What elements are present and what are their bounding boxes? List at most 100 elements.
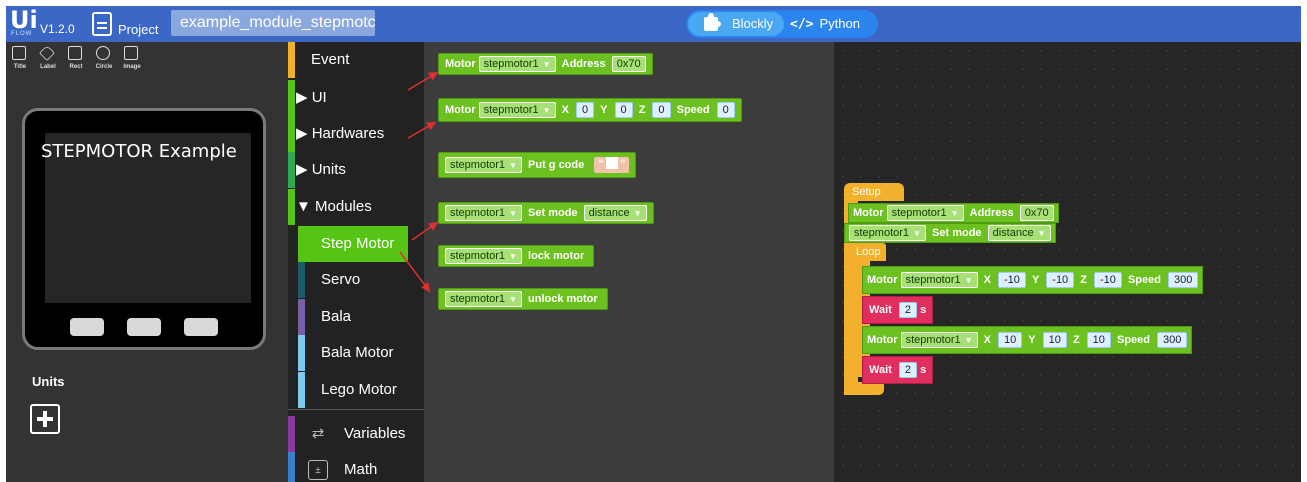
block-lock-motor[interactable]: stepmotor1 ▼ lock motor xyxy=(438,245,595,267)
ws-motor-address[interactable]: Motor stepmotor1 ▼ Address 0x70 xyxy=(848,203,1059,223)
variable-dropdown[interactable]: stepmotor1 ▼ xyxy=(886,205,964,222)
add-unit-button[interactable] xyxy=(30,404,60,434)
category-event[interactable]: Event xyxy=(288,42,424,78)
mode-dropdown[interactable]: distance ▼ xyxy=(987,225,1051,242)
block-label: Speed xyxy=(676,104,710,116)
speed-input[interactable]: 300 xyxy=(1157,332,1188,349)
tool-rect[interactable]: Rect xyxy=(62,46,90,76)
category-label: Servo xyxy=(321,271,361,288)
block-label: Speed xyxy=(1127,274,1161,286)
project-file-icon[interactable] xyxy=(92,12,112,36)
category-divider xyxy=(288,409,424,410)
blockly-mode-button[interactable]: Blockly xyxy=(688,12,784,36)
block-set-mode[interactable]: stepmotor1 ▼ Set mode distance ▼ xyxy=(438,202,654,224)
z-input[interactable]: 0 xyxy=(652,102,671,119)
category-label: ▼ Modules xyxy=(296,198,372,215)
block-motor-xyz[interactable]: Motor stepmotor1 ▼ X0 Y0 Z0 Speed 0 xyxy=(438,98,742,122)
category-hardwares[interactable]: ▶ Hardwares xyxy=(288,116,424,152)
y-input[interactable]: 10 xyxy=(1042,332,1067,349)
category-color-bar xyxy=(288,116,295,152)
block-label: Address xyxy=(561,58,606,70)
block-label: Motor xyxy=(867,274,898,286)
blockly-mode-label: Blockly xyxy=(732,16,774,31)
gcode-string-input[interactable]: “” xyxy=(594,157,630,174)
device-screen[interactable]: STEPMOTOR Example xyxy=(41,133,251,303)
category-variables[interactable]: ⇄ Variables xyxy=(288,416,424,452)
category-lego-motor[interactable]: Lego Motor xyxy=(288,372,424,408)
ws-motor-xyz-1[interactable]: Motor stepmotor1 ▼ X -10 Y -10 Z -10 Speed 30… xyxy=(862,266,1204,294)
block-label: Wait xyxy=(869,304,892,316)
tool-label[interactable]: Label xyxy=(34,45,62,76)
category-math[interactable]: ± Math xyxy=(288,452,424,482)
ui-toolbox: Title Label Rect Circle Image xyxy=(6,45,166,76)
screen-title-text[interactable]: STEPMOTOR Example xyxy=(41,141,261,162)
category-servo[interactable]: Servo xyxy=(288,262,424,298)
mode-dropdown[interactable]: distance ▼ xyxy=(583,205,647,222)
device-button-b[interactable] xyxy=(127,318,161,336)
x-input[interactable]: 10 xyxy=(997,332,1023,349)
category-bala-motor[interactable]: Bala Motor xyxy=(288,335,424,371)
tool-circle[interactable]: Circle xyxy=(90,46,118,76)
tool-title[interactable]: Title xyxy=(6,46,34,76)
category-label: Step Motor xyxy=(321,235,395,252)
image-icon xyxy=(124,46,138,60)
block-label: Motor xyxy=(445,104,476,116)
category-units[interactable]: ▶ Units xyxy=(288,152,424,188)
block-motor-address[interactable]: Motor stepmotor1 ▼ Address 0x70 xyxy=(438,53,653,75)
ws-set-mode[interactable]: stepmotor1 ▼ Set mode distance ▼ xyxy=(844,223,1056,243)
ws-motor-xyz-2[interactable]: Motor stepmotor1 ▼ X 10 Y 10 Z 10 Speed 300 xyxy=(862,326,1193,354)
category-label: ▶ UI xyxy=(296,89,327,106)
ws-wait-2[interactable]: Wait 2 s xyxy=(862,356,934,384)
device-button-c[interactable] xyxy=(184,318,218,336)
variable-dropdown[interactable]: stepmotor1 ▼ xyxy=(478,102,556,119)
device-button-a[interactable] xyxy=(70,318,104,336)
speed-input[interactable]: 0 xyxy=(716,102,735,119)
block-label: Motor xyxy=(445,58,476,70)
speed-input[interactable]: 300 xyxy=(1167,272,1199,289)
y-input[interactable]: 0 xyxy=(614,102,633,119)
z-input[interactable]: -10 xyxy=(1093,272,1122,289)
category-color-bar xyxy=(298,262,305,298)
address-field[interactable]: 0x70 xyxy=(611,56,646,73)
loop-block[interactable]: Loop xyxy=(850,243,886,261)
block-unlock-motor[interactable]: stepmotor1 ▼ unlock motor xyxy=(438,288,608,310)
tool-title-label: Title xyxy=(13,64,27,70)
variable-dropdown[interactable]: stepmotor1 ▼ xyxy=(849,225,926,242)
block-label: Motor xyxy=(867,334,898,346)
y-input[interactable]: -10 xyxy=(1046,272,1075,289)
code-icon: </> xyxy=(790,17,814,32)
category-modules[interactable]: ▼ Modules xyxy=(288,189,424,225)
block-label: X xyxy=(983,334,991,346)
setup-block[interactable]: Setup xyxy=(844,183,904,201)
block-label: Z xyxy=(1080,274,1087,286)
x-input[interactable]: -10 xyxy=(997,272,1026,289)
blockly-workspace[interactable]: Setup Motor stepmotor1 ▼ Address 0x70 ste… xyxy=(834,42,1301,482)
category-bala[interactable]: Bala xyxy=(288,299,424,335)
variable-dropdown[interactable]: stepmotor1 ▼ xyxy=(900,272,978,289)
block-label: Address xyxy=(969,207,1014,219)
variable-dropdown[interactable]: stepmotor1 ▼ xyxy=(445,291,522,308)
block-label: Y xyxy=(1031,274,1040,286)
variable-dropdown[interactable]: stepmotor1 ▼ xyxy=(445,248,522,265)
project-name-input[interactable]: example_module_stepmotc xyxy=(171,10,375,36)
variable-dropdown[interactable]: stepmotor1 ▼ xyxy=(478,56,556,73)
variable-dropdown[interactable]: stepmotor1 ▼ xyxy=(900,332,978,349)
ui-designer-panel: Title Label Rect Circle Image STEPMOTOR … xyxy=(6,42,288,482)
variable-dropdown[interactable]: stepmotor1 ▼ xyxy=(445,157,522,174)
z-input[interactable]: 10 xyxy=(1086,332,1111,349)
wait-seconds-input[interactable]: 2 xyxy=(898,302,917,319)
tool-rect-label: Rect xyxy=(69,64,83,70)
project-menu-label[interactable]: Project xyxy=(118,22,158,37)
address-field[interactable]: 0x70 xyxy=(1019,205,1054,222)
ws-wait-1[interactable]: Wait 2 s xyxy=(862,296,934,324)
python-mode-button[interactable]: </> Python xyxy=(790,12,860,36)
variable-dropdown[interactable]: stepmotor1 ▼ xyxy=(445,205,522,222)
tool-image[interactable]: Image xyxy=(118,46,146,76)
block-label: unlock motor xyxy=(528,293,598,305)
x-input[interactable]: 0 xyxy=(575,102,595,119)
wait-seconds-input[interactable]: 2 xyxy=(898,362,917,379)
category-ui[interactable]: ▶ UI xyxy=(288,80,424,116)
block-put-g-code[interactable]: stepmotor1 ▼ Put g code “” xyxy=(438,152,637,178)
category-step-motor[interactable]: Step Motor xyxy=(298,226,408,262)
category-color-bar xyxy=(288,452,295,482)
